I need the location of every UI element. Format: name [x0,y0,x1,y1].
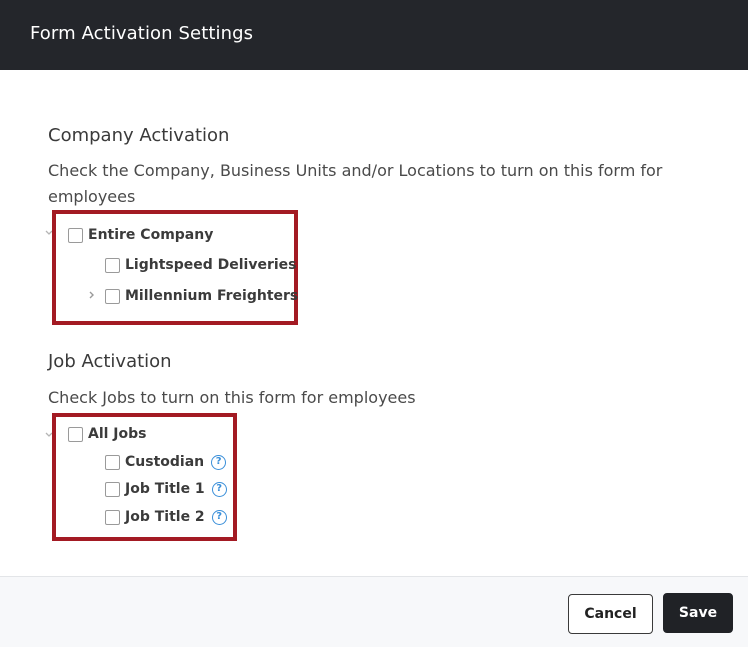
tree-item-label: All Jobs [88,426,147,442]
modal-header: Form Activation Settings [0,0,748,70]
all-jobs-checkbox[interactable] [68,426,83,442]
question-circle-icon[interactable]: ? [211,481,227,497]
job-title-1-checkbox[interactable] [105,481,120,497]
tree-item-job-title-2[interactable]: Job Title 2 ? [105,506,227,528]
modal-title: Form Activation Settings [30,23,254,44]
save-button[interactable]: Save [663,593,733,633]
expand-chevron-right-icon[interactable] [88,291,96,299]
tree-item-job-title-1[interactable]: Job Title 1 ? [105,478,227,500]
lightspeed-deliveries-checkbox[interactable] [105,257,120,273]
company-activation-heading: Company Activation [48,125,230,146]
tree-item-label: Entire Company [88,227,214,243]
tree-item-lightspeed-deliveries[interactable]: Lightspeed Deliveries [105,254,297,276]
job-activation-description: Check Jobs to turn on this form for empl… [48,388,416,407]
tree-item-millennium-freighters[interactable]: Millennium Freighters [105,285,298,307]
question-circle-icon[interactable]: ? [211,454,227,470]
tree-item-label: Lightspeed Deliveries [125,257,297,273]
cancel-button[interactable]: Cancel [568,594,653,634]
job-activation-heading: Job Activation [48,351,172,372]
tree-item-entire-company[interactable]: Entire Company [68,224,213,246]
question-circle-icon[interactable]: ? [211,509,227,525]
tree-item-all-jobs[interactable]: All Jobs [68,423,147,445]
job-title-2-checkbox[interactable] [105,509,120,525]
modal-footer: Cancel Save [0,576,748,647]
entire-company-checkbox[interactable] [68,227,83,243]
tree-item-label: Job Title 2 [125,509,205,525]
tree-item-label: Millennium Freighters [125,288,299,304]
millennium-freighters-checkbox[interactable] [105,288,120,304]
tree-item-label: Job Title 1 [125,481,205,497]
custodian-checkbox[interactable] [105,454,120,470]
company-activation-description: Check the Company, Business Units and/or… [48,161,663,206]
tree-item-custodian[interactable]: Custodian ? [105,451,227,473]
tree-item-label: Custodian [125,454,205,470]
